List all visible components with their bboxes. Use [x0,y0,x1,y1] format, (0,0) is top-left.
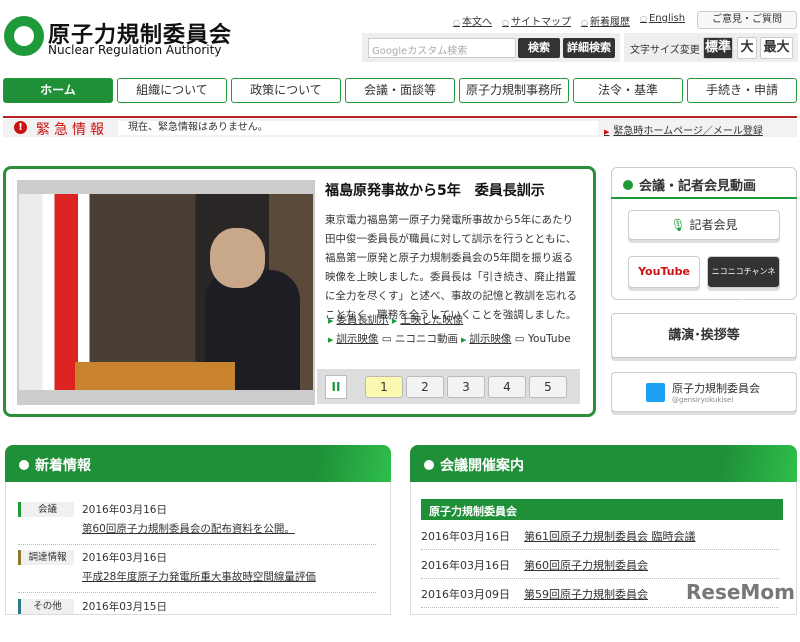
nav-meetings[interactable]: 会議・面談等 [345,78,455,103]
news-item: 会議 2016年03月16日 第60回原子力規制委員会の配布資料を公開。 [18,502,376,545]
emergency-link[interactable]: 緊急時ホームページ／メール登録 [604,122,763,137]
opinion-button[interactable]: ご意見・ご質問 [697,11,797,29]
advanced-search-button[interactable]: 詳細検索 [563,38,615,58]
link-speech[interactable]: 委員長訓示 [336,314,389,326]
youtube-label: YouTube [528,333,571,345]
emergency-title: 緊急情報 [36,122,108,138]
slide-4[interactable]: 4 [488,376,526,398]
meeting-item[interactable]: 2016年03月16日 第60回原子力規制委員会 [421,551,779,579]
news-title: 新着情報 [5,445,391,482]
slide-2[interactable]: 2 [406,376,444,398]
youtube-button[interactable]: YouTube [628,256,700,288]
alert-icon: ! [14,121,27,134]
watermark: ReseMom [686,580,795,604]
link-english[interactable]: English [640,13,685,28]
logo-icon[interactable] [4,16,44,56]
font-size-label: 文字サイズ変更 [630,45,700,56]
link-sitemap[interactable]: サイトマップ [502,13,571,28]
nav-organization[interactable]: 組織について [117,78,227,103]
news-item: 調達情報 2016年03月16日 平成28年度原子力発電所重大事故時空間線量評価 [18,550,376,593]
search-input[interactable]: Googleカスタム検索 [368,38,516,58]
press-conference-button[interactable]: 🎙 記者会見 [628,210,780,240]
nav-laws[interactable]: 法令・基準 [573,78,683,103]
slide-5[interactable]: 5 [529,376,567,398]
nav-offices[interactable]: 原子力規制事務所 [459,78,569,103]
meetings-title: 会議開催案内 [410,445,797,482]
link-updates[interactable]: 新着履歴 [581,13,630,28]
nav-home[interactable]: ホーム [3,78,113,103]
slide-3[interactable]: 3 [447,376,485,398]
link-video[interactable]: 上映した映像 [400,314,463,326]
news-item: その他 2016年03月15日 [18,599,376,642]
speeches-button[interactable]: 講演･挨拶等 [611,313,797,358]
twitter-name: 原子力規制委員会 [672,382,760,395]
slide-1[interactable]: 1 [365,376,403,398]
emergency-text: 現在、緊急情報はありません。 [118,121,598,135]
font-size-standard[interactable]: 標準 [703,37,733,59]
twitter-handle: @gensiryokukisei [672,396,734,404]
nav-procedures[interactable]: 手続き・申請 [687,78,797,103]
mic-icon: 🎙 [670,218,686,232]
feature-title: 福島原発事故から5年 委員長訓示 [325,183,545,199]
font-size-largest[interactable]: 最大 [760,37,793,59]
feature-text: 東京電力福島第一原子力発電所事故から5年にあたり田中俊一委員長が職員に対して訓示… [325,214,577,321]
photo-podium [75,362,235,390]
link-main-content[interactable]: 本文へ [453,13,492,28]
video-panel-title: 会議・記者会見動画 [611,167,797,199]
slide-pager: 1 2 3 4 5 [365,376,567,398]
feature-links: ▶ 委員長訓示 ▶ 上映した映像 ▶ 訓示映像 ▭ ニコニコ動画 ▶ 訓示映像 ▭ YouT… [328,314,571,345]
utility-links: 本文へ サイトマップ 新着履歴 English [453,13,685,28]
link-nico-video[interactable]: 訓示映像 [336,333,378,345]
meetings-group: 原子力規制委員会 [421,499,783,520]
photo-speaker-head [210,228,265,288]
search-button[interactable]: 検索 [518,38,560,58]
bullet-icon [623,180,633,190]
nico-label: ニコニコ動画 [395,333,458,345]
twitter-button[interactable]: 原子力規制委員会 @gensiryokukisei [611,372,797,412]
twitter-icon [646,383,665,402]
link-youtube-video[interactable]: 訓示映像 [469,333,511,345]
meeting-item[interactable]: 2016年03月16日 第61回原子力規制委員会 臨時会議 [421,522,779,550]
niconico-button[interactable]: ニコニコチャンネル [707,256,780,306]
main-nav: ホーム 組織について 政策について 会議・面談等 原子力規制事務所 法令・基準 … [3,78,797,103]
font-size-large[interactable]: 大 [737,37,757,59]
logo-subtitle: Nuclear Regulation Authority [48,43,222,57]
divider [3,116,797,118]
nav-policy[interactable]: 政策について [231,78,341,103]
pause-button[interactable]: II [325,375,347,399]
